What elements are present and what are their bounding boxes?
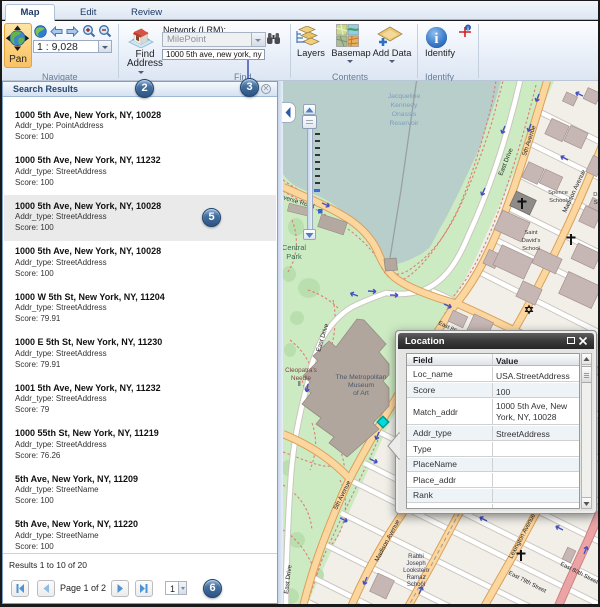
svg-text:The Metropolitan: The Metropolitan <box>335 374 386 381</box>
svg-text:Cleopatra's: Cleopatra's <box>285 367 317 374</box>
svg-text:School: School <box>549 198 567 204</box>
svg-text:School: School <box>522 246 540 252</box>
svg-text:Park: Park <box>286 252 302 261</box>
svg-text:Central: Central <box>283 243 306 252</box>
svg-text:i: i <box>434 31 438 47</box>
svg-text:Joseph: Joseph <box>406 561 425 567</box>
svg-text:School: School <box>407 582 425 588</box>
svg-text:Lookstein: Lookstein <box>403 568 429 574</box>
svg-text:Saint: Saint <box>524 230 538 236</box>
svg-text:Reservoir: Reservoir <box>389 120 419 127</box>
svg-text:Museum: Museum <box>348 382 374 389</box>
svg-text:Onassis: Onassis <box>392 111 417 118</box>
svg-text:Ramaz: Ramaz <box>406 575 425 581</box>
svg-text:Needle: Needle <box>291 375 311 382</box>
svg-text:David's: David's <box>522 238 541 244</box>
svg-text:Spence: Spence <box>548 190 568 196</box>
svg-text:Kennedy: Kennedy <box>391 102 418 109</box>
svg-text:Sc: Sc <box>594 200 598 206</box>
svg-text:Rabbi: Rabbi <box>408 554 424 560</box>
svg-text:Da: Da <box>593 192 598 198</box>
svg-text:Jacqueline: Jacqueline <box>388 93 421 100</box>
svg-text:of Art: of Art <box>353 390 369 397</box>
